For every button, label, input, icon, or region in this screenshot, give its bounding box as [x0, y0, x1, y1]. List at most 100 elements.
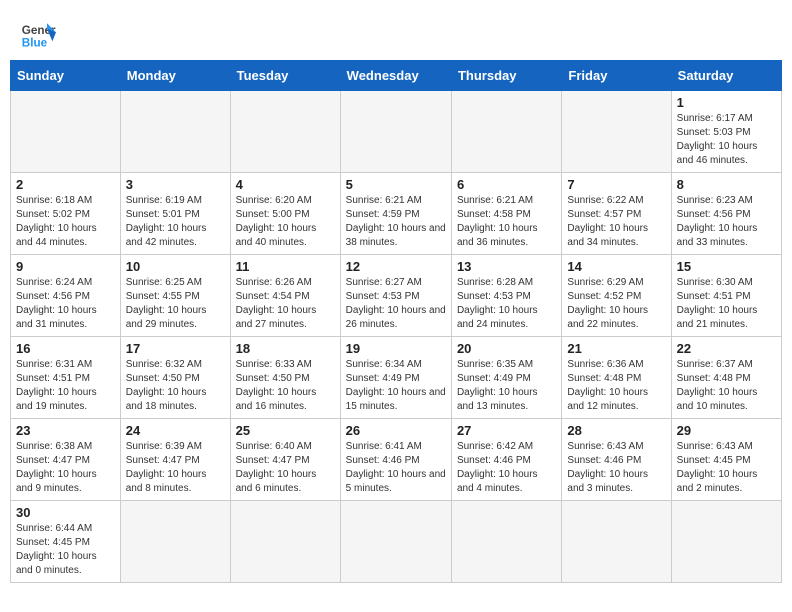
day-info: Sunrise: 6:39 AM Sunset: 4:47 PM Dayligh…: [126, 440, 225, 496]
day-info: Sunrise: 6:27 AM Sunset: 4:53 PM Dayligh…: [346, 276, 446, 332]
day-info: Sunrise: 6:29 AM Sunset: 4:52 PM Dayligh…: [567, 276, 665, 332]
calendar-cell: [562, 501, 671, 583]
calendar-cell: 8Sunrise: 6:23 AM Sunset: 4:56 PM Daylig…: [671, 173, 781, 255]
day-info: Sunrise: 6:32 AM Sunset: 4:50 PM Dayligh…: [126, 358, 225, 414]
calendar-cell: 15 Sunrise: 6:30 AM Sunset: 4:51 PM Dayli…: [671, 255, 781, 337]
calendar-cell: 9 Sunrise: 6:24 AM Sunset: 4:56 PM Daylig…: [11, 255, 121, 337]
calendar-week-row: 16 Sunrise: 6:31 AM Sunset: 4:51 PM Dayli…: [11, 337, 782, 419]
calendar-cell: 7Sunrise: 6:22 AM Sunset: 4:57 PM Daylig…: [562, 173, 671, 255]
calendar-cell: [671, 501, 781, 583]
calendar-cell: 21Sunrise: 6:36 AM Sunset: 4:48 PM Dayli…: [562, 337, 671, 419]
calendar-table: SundayMondayTuesdayWednesdayThursdayFrid…: [10, 60, 782, 583]
day-number: 15: [677, 259, 776, 274]
calendar-cell: [230, 501, 340, 583]
day-number: 30: [16, 505, 115, 520]
day-info: Sunrise: 6:34 AM Sunset: 4:49 PM Dayligh…: [346, 358, 446, 414]
calendar-cell: [451, 91, 561, 173]
day-number: 26: [346, 423, 446, 438]
day-info: Sunrise: 6:33 AM Sunset: 4:50 PM Dayligh…: [236, 358, 335, 414]
calendar-cell: 18 Sunrise: 6:33 AM Sunset: 4:50 PM Dayli…: [230, 337, 340, 419]
day-info: Sunrise: 6:24 AM Sunset: 4:56 PM Dayligh…: [16, 276, 115, 332]
calendar-cell: 5 Sunrise: 6:21 AM Sunset: 4:59 PM Daylig…: [340, 173, 451, 255]
calendar-cell: 1 Sunrise: 6:17 AM Sunset: 5:03 PM Daylig…: [671, 91, 781, 173]
weekday-header-monday: Monday: [120, 61, 230, 91]
calendar-week-row: 9 Sunrise: 6:24 AM Sunset: 4:56 PM Daylig…: [11, 255, 782, 337]
svg-text:Blue: Blue: [22, 37, 48, 50]
weekday-header-wednesday: Wednesday: [340, 61, 451, 91]
calendar-cell: [11, 91, 121, 173]
day-number: 7: [567, 177, 665, 192]
calendar-cell: 17 Sunrise: 6:32 AM Sunset: 4:50 PM Dayli…: [120, 337, 230, 419]
calendar-week-row: 2 Sunrise: 6:18 AM Sunset: 5:02 PM Daylig…: [11, 173, 782, 255]
calendar-cell: [230, 91, 340, 173]
calendar-week-row: 1 Sunrise: 6:17 AM Sunset: 5:03 PM Daylig…: [11, 91, 782, 173]
day-number: 19: [346, 341, 446, 356]
day-number: 5: [346, 177, 446, 192]
day-number: 1: [677, 95, 776, 110]
day-info: Sunrise: 6:20 AM Sunset: 5:00 PM Dayligh…: [236, 194, 335, 250]
calendar-cell: 23Sunrise: 6:38 AM Sunset: 4:47 PM Dayli…: [11, 419, 121, 501]
day-info: Sunrise: 6:43 AM Sunset: 4:46 PM Dayligh…: [567, 440, 665, 496]
day-number: 3: [126, 177, 225, 192]
day-number: 21: [567, 341, 665, 356]
day-info: Sunrise: 6:18 AM Sunset: 5:02 PM Dayligh…: [16, 194, 115, 250]
weekday-header-thursday: Thursday: [451, 61, 561, 91]
day-info: Sunrise: 6:25 AM Sunset: 4:55 PM Dayligh…: [126, 276, 225, 332]
day-number: 23: [16, 423, 115, 438]
weekday-header-sunday: Sunday: [11, 61, 121, 91]
day-number: 9: [16, 259, 115, 274]
day-number: 2: [16, 177, 115, 192]
day-info: Sunrise: 6:17 AM Sunset: 5:03 PM Dayligh…: [677, 112, 776, 168]
calendar-cell: 20Sunrise: 6:35 AM Sunset: 4:49 PM Dayli…: [451, 337, 561, 419]
day-number: 6: [457, 177, 556, 192]
day-number: 10: [126, 259, 225, 274]
logo-icon: General Blue: [20, 16, 56, 52]
calendar-cell: 13 Sunrise: 6:28 AM Sunset: 4:53 PM Dayli…: [451, 255, 561, 337]
day-number: 13: [457, 259, 556, 274]
day-info: Sunrise: 6:30 AM Sunset: 4:51 PM Dayligh…: [677, 276, 776, 332]
day-info: Sunrise: 6:35 AM Sunset: 4:49 PM Dayligh…: [457, 358, 556, 414]
day-info: Sunrise: 6:23 AM Sunset: 4:56 PM Dayligh…: [677, 194, 776, 250]
day-info: Sunrise: 6:31 AM Sunset: 4:51 PM Dayligh…: [16, 358, 115, 414]
day-number: 16: [16, 341, 115, 356]
day-number: 28: [567, 423, 665, 438]
logo: General Blue: [20, 16, 56, 52]
calendar-week-row: 30 Sunrise: 6:44 AM Sunset: 4:45 PM Dayli…: [11, 501, 782, 583]
calendar-cell: 10 Sunrise: 6:25 AM Sunset: 4:55 PM Dayli…: [120, 255, 230, 337]
calendar-cell: 27Sunrise: 6:42 AM Sunset: 4:46 PM Dayli…: [451, 419, 561, 501]
day-info: Sunrise: 6:41 AM Sunset: 4:46 PM Dayligh…: [346, 440, 446, 496]
calendar-cell: 19 Sunrise: 6:34 AM Sunset: 4:49 PM Dayli…: [340, 337, 451, 419]
calendar-cell: 14 Sunrise: 6:29 AM Sunset: 4:52 PM Dayli…: [562, 255, 671, 337]
calendar-cell: [120, 501, 230, 583]
calendar-cell: [340, 91, 451, 173]
day-info: Sunrise: 6:28 AM Sunset: 4:53 PM Dayligh…: [457, 276, 556, 332]
day-number: 4: [236, 177, 335, 192]
weekday-header-friday: Friday: [562, 61, 671, 91]
weekday-header-tuesday: Tuesday: [230, 61, 340, 91]
calendar-cell: 24 Sunrise: 6:39 AM Sunset: 4:47 PM Dayli…: [120, 419, 230, 501]
calendar-cell: 16 Sunrise: 6:31 AM Sunset: 4:51 PM Dayli…: [11, 337, 121, 419]
calendar-cell: 29Sunrise: 6:43 AM Sunset: 4:45 PM Dayli…: [671, 419, 781, 501]
day-number: 24: [126, 423, 225, 438]
day-number: 12: [346, 259, 446, 274]
calendar-cell: 6 Sunrise: 6:21 AM Sunset: 4:58 PM Daylig…: [451, 173, 561, 255]
day-info: Sunrise: 6:21 AM Sunset: 4:58 PM Dayligh…: [457, 194, 556, 250]
calendar-cell: 4 Sunrise: 6:20 AM Sunset: 5:00 PM Daylig…: [230, 173, 340, 255]
calendar-cell: 26 Sunrise: 6:41 AM Sunset: 4:46 PM Dayli…: [340, 419, 451, 501]
day-info: Sunrise: 6:19 AM Sunset: 5:01 PM Dayligh…: [126, 194, 225, 250]
day-info: Sunrise: 6:37 AM Sunset: 4:48 PM Dayligh…: [677, 358, 776, 414]
calendar-cell: [120, 91, 230, 173]
day-number: 29: [677, 423, 776, 438]
day-info: Sunrise: 6:44 AM Sunset: 4:45 PM Dayligh…: [16, 522, 115, 578]
calendar-cell: 2 Sunrise: 6:18 AM Sunset: 5:02 PM Daylig…: [11, 173, 121, 255]
calendar-cell: 30 Sunrise: 6:44 AM Sunset: 4:45 PM Dayli…: [11, 501, 121, 583]
day-number: 18: [236, 341, 335, 356]
calendar-cell: [562, 91, 671, 173]
day-number: 14: [567, 259, 665, 274]
day-number: 17: [126, 341, 225, 356]
calendar-cell: 12 Sunrise: 6:27 AM Sunset: 4:53 PM Dayli…: [340, 255, 451, 337]
calendar-cell: 11Sunrise: 6:26 AM Sunset: 4:54 PM Dayli…: [230, 255, 340, 337]
page-header: General Blue: [0, 0, 792, 60]
day-info: Sunrise: 6:21 AM Sunset: 4:59 PM Dayligh…: [346, 194, 446, 250]
day-info: Sunrise: 6:42 AM Sunset: 4:46 PM Dayligh…: [457, 440, 556, 496]
